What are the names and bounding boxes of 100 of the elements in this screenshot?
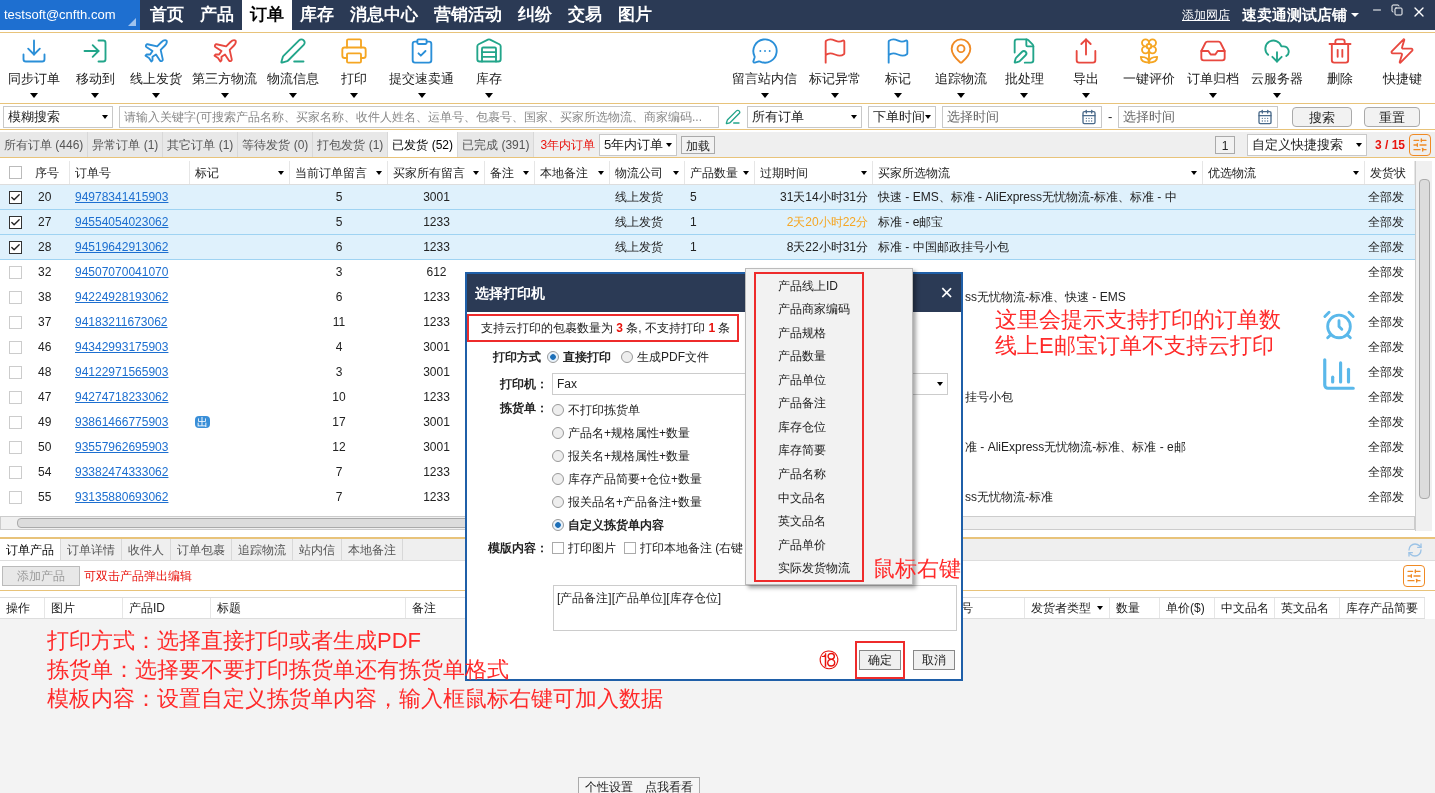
table-cell: 线上发货: [615, 215, 663, 229]
column-title: 买家所有留言: [393, 164, 465, 182]
table-cell: 20: [38, 190, 52, 204]
table-cell: 3001: [423, 190, 450, 204]
table-cell: 54: [38, 465, 52, 479]
column-title: 单价($): [1166, 600, 1205, 617]
annotation-text: 打印方式：选择直接打印或者生成PDF: [47, 627, 422, 655]
annotation-text: 线上E邮宝订单不支持云打印: [995, 333, 1275, 359]
table-cell: 5: [335, 190, 343, 204]
mark-badge: 出: [195, 416, 210, 428]
column-title: 优选物流: [1208, 164, 1256, 182]
table-cell: 7: [335, 465, 343, 479]
range-label: 3年内订单: [540, 136, 596, 154]
column-title: 当前订单留言: [295, 164, 367, 182]
table-cell: 6: [335, 290, 343, 304]
page-count: 3 / 15: [1374, 136, 1405, 154]
annotation-text: 这里会提示支持打印的订单数: [995, 307, 1281, 333]
table-cell: 5: [690, 190, 697, 204]
table-cell: 全部发: [1368, 215, 1404, 229]
annotation-text: 鼠标右键: [873, 555, 961, 583]
table-cell: 1233: [423, 465, 450, 479]
table-cell: 5: [335, 215, 343, 229]
field-label: 拣货单：: [499, 399, 549, 417]
table-cell: ss无忧物流-标准: [965, 490, 1053, 504]
table-cell: 全部发: [1368, 440, 1404, 454]
table-cell: 全部发: [1368, 390, 1404, 404]
table-cell: 27: [38, 215, 52, 229]
table-cell: 1233: [423, 215, 450, 229]
table-cell: 50: [38, 440, 52, 454]
table-cell: 全部发: [1368, 240, 1404, 254]
table-cell: 55: [38, 490, 52, 504]
table-cell: 1: [690, 240, 697, 254]
table-cell: 全部发: [1368, 315, 1404, 329]
dialog-title: 选择打印机: [475, 283, 545, 303]
field-label: 打印方式: [492, 348, 542, 366]
field-label: 模版内容：: [487, 539, 549, 557]
table-cell: 7: [335, 490, 343, 504]
table-cell: 标准 - e邮宝: [878, 215, 944, 229]
table-cell: 1233: [423, 315, 450, 329]
table-cell: 6: [335, 240, 343, 254]
column-title: 数量: [1116, 600, 1140, 617]
table-cell: 38: [38, 290, 52, 304]
table-cell: 3001: [423, 340, 450, 354]
table-cell: 37: [38, 315, 52, 329]
column-title: 产品数量: [690, 164, 738, 182]
table-cell: 32: [38, 265, 52, 279]
table-cell: 17: [332, 415, 346, 429]
column-title: 买家所选物流: [878, 164, 950, 182]
range-separator: -: [1108, 107, 1113, 126]
table-cell: 全部发: [1368, 265, 1404, 279]
column-title: 发货状: [1370, 164, 1406, 182]
column-title: 物流公司: [615, 164, 663, 182]
table-cell: 全部发: [1368, 340, 1404, 354]
column-title: 备注: [490, 164, 514, 182]
table-cell: 全部发: [1368, 365, 1404, 379]
table-cell: 全部发: [1368, 190, 1404, 204]
table-cell: 准 - AliExpress无忧物流-标准、标准 - e邮: [965, 440, 1186, 454]
message-text: 支持云打印的包裹数量为 3 条, 不支持打印 1 条: [481, 319, 731, 337]
table-cell: 全部发: [1368, 490, 1404, 504]
table-cell: 8天22小时31分: [786, 240, 868, 254]
table-cell: 3001: [423, 365, 450, 379]
table-cell: 1233: [423, 240, 450, 254]
table-cell: 3001: [423, 415, 450, 429]
table-cell: 3001: [423, 440, 450, 454]
annotation-text: 模板内容：设置自定义拣货单内容，输入框鼠标右键可加入数据: [47, 685, 663, 713]
table-cell: 全部发: [1368, 290, 1404, 304]
column-title: 过期时间: [760, 164, 808, 182]
field-label: 打印机：: [499, 375, 549, 393]
column-title: 标记: [195, 164, 219, 182]
table-cell: 1233: [423, 390, 450, 404]
table-cell: 3: [335, 365, 343, 379]
page-number-box: 1: [1214, 135, 1235, 154]
table-cell: 49: [38, 415, 52, 429]
table-cell: 48: [38, 365, 52, 379]
table-cell: 全部发: [1368, 415, 1404, 429]
table-cell: 4: [335, 340, 343, 354]
table-cell: 46: [38, 340, 52, 354]
table-cell: ss无忧物流-标准、快速 - EMS: [965, 290, 1126, 304]
table-cell: 11: [332, 315, 346, 329]
column-title: 本地备注: [540, 164, 588, 182]
table-cell: 3: [335, 265, 343, 279]
table-cell: 快速 - EMS、标准 - AliExpress无忧物流-标准、标准 - 中: [878, 190, 1177, 204]
table-cell: 1: [690, 215, 697, 229]
step-number: ⑱: [819, 648, 839, 673]
column-title: 发货者类型: [1031, 600, 1091, 617]
column-title: 订单号: [75, 164, 111, 182]
table-cell: 28: [38, 240, 52, 254]
table-cell: 挂号小包: [965, 390, 1013, 404]
table-cell: 线上发货: [615, 240, 663, 254]
table-cell: 全部发: [1368, 465, 1404, 479]
column-title: 序号: [35, 164, 59, 182]
column-title: 英文品名: [1281, 600, 1329, 617]
table-cell: 47: [38, 390, 52, 404]
table-cell: 线上发货: [615, 190, 663, 204]
hint-text: 可双击产品弹出编辑: [84, 567, 192, 585]
column-title: 库存产品简要: [1346, 600, 1418, 617]
table-cell: 10: [332, 390, 346, 404]
table-cell: 标准 - 中国邮政挂号小包: [878, 240, 1009, 254]
table-cell: 2天20小时22分: [786, 215, 868, 229]
column-title: 中文品名: [1221, 600, 1269, 617]
